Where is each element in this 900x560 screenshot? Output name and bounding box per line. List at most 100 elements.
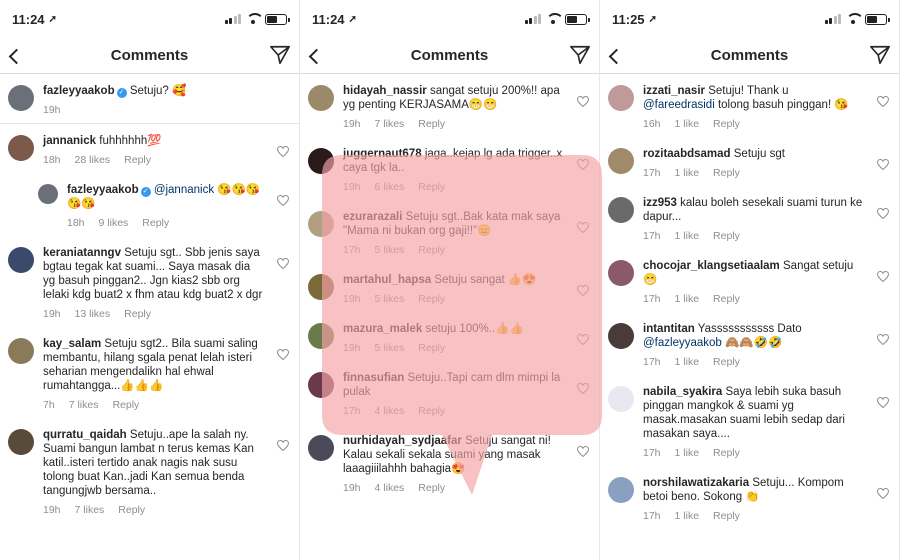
reply-button[interactable]: Reply xyxy=(418,292,445,306)
username-link[interactable]: intantitan xyxy=(643,323,695,335)
likes-count[interactable]: 1 like xyxy=(675,229,700,243)
avatar[interactable] xyxy=(608,386,634,412)
likes-count[interactable]: 5 likes xyxy=(375,292,405,306)
reply-button[interactable]: Reply xyxy=(142,216,169,230)
like-heart-icon[interactable] xyxy=(577,383,589,394)
like-heart-icon[interactable] xyxy=(877,96,889,107)
username-link[interactable]: fazleyyaakob xyxy=(43,85,115,97)
avatar[interactable] xyxy=(8,135,34,161)
username-link[interactable]: hidayah_nassir xyxy=(343,85,427,97)
likes-count[interactable]: 7 likes xyxy=(69,398,99,412)
reply-button[interactable]: Reply xyxy=(418,117,445,131)
username-link[interactable]: fazleyyaakob xyxy=(67,184,139,196)
likes-count[interactable]: 7 likes xyxy=(75,503,105,517)
avatar[interactable] xyxy=(608,323,634,349)
reply-button[interactable]: Reply xyxy=(713,166,740,180)
reply-button[interactable]: Reply xyxy=(713,229,740,243)
likes-count[interactable]: 1 like xyxy=(675,117,700,131)
avatar[interactable] xyxy=(8,429,34,455)
reply-button[interactable]: Reply xyxy=(118,503,145,517)
like-heart-icon[interactable] xyxy=(877,208,889,219)
username-link[interactable]: juggernaut678 xyxy=(343,148,422,160)
username-link[interactable]: mazura_malek xyxy=(343,323,422,335)
back-arrow-icon[interactable] xyxy=(606,46,626,66)
reply-button[interactable]: Reply xyxy=(418,341,445,355)
like-heart-icon[interactable] xyxy=(577,96,589,107)
avatar[interactable] xyxy=(38,184,58,204)
like-heart-icon[interactable] xyxy=(277,195,289,206)
send-icon[interactable] xyxy=(269,44,291,66)
like-heart-icon[interactable] xyxy=(577,285,589,296)
like-heart-icon[interactable] xyxy=(577,446,589,457)
username-link[interactable]: kay_salam xyxy=(43,338,101,350)
username-link[interactable]: izz953 xyxy=(643,197,677,209)
send-icon[interactable] xyxy=(569,44,591,66)
avatar[interactable] xyxy=(308,85,334,111)
back-arrow-icon[interactable] xyxy=(306,46,326,66)
avatar[interactable] xyxy=(8,85,34,111)
likes-count[interactable]: 28 likes xyxy=(75,153,111,167)
mention-link[interactable]: @fazleyyaakob xyxy=(643,337,722,349)
like-heart-icon[interactable] xyxy=(277,440,289,451)
like-heart-icon[interactable] xyxy=(577,222,589,233)
reply-button[interactable]: Reply xyxy=(112,398,139,412)
likes-count[interactable]: 1 like xyxy=(675,509,700,523)
reply-button[interactable]: Reply xyxy=(418,243,445,257)
avatar[interactable] xyxy=(608,477,634,503)
reply-button[interactable]: Reply xyxy=(418,180,445,194)
avatar[interactable] xyxy=(608,260,634,286)
reply-button[interactable]: Reply xyxy=(418,404,445,418)
likes-count[interactable]: 5 likes xyxy=(375,243,405,257)
like-heart-icon[interactable] xyxy=(877,159,889,170)
avatar[interactable] xyxy=(308,274,334,300)
avatar[interactable] xyxy=(8,338,34,364)
likes-count[interactable]: 1 like xyxy=(675,355,700,369)
username-link[interactable]: finnasufian xyxy=(343,372,404,384)
like-heart-icon[interactable] xyxy=(577,159,589,170)
username-link[interactable]: norshilawatizakaria xyxy=(643,477,749,489)
username-link[interactable]: keraniatanngv xyxy=(43,247,121,259)
like-heart-icon[interactable] xyxy=(277,258,289,269)
likes-count[interactable]: 5 likes xyxy=(375,341,405,355)
username-link[interactable]: chocojar_klangsetiaalam xyxy=(643,260,780,272)
avatar[interactable] xyxy=(308,323,334,349)
like-heart-icon[interactable] xyxy=(277,349,289,360)
reply-button[interactable]: Reply xyxy=(124,307,151,321)
likes-count[interactable]: 9 likes xyxy=(99,216,129,230)
avatar[interactable] xyxy=(308,435,334,461)
like-heart-icon[interactable] xyxy=(577,334,589,345)
mention-link[interactable]: @jannanick xyxy=(154,184,214,196)
avatar[interactable] xyxy=(308,148,334,174)
likes-count[interactable]: 4 likes xyxy=(375,481,405,495)
likes-count[interactable]: 4 likes xyxy=(375,404,405,418)
avatar[interactable] xyxy=(8,247,34,273)
avatar[interactable] xyxy=(308,211,334,237)
like-heart-icon[interactable] xyxy=(877,271,889,282)
likes-count[interactable]: 13 likes xyxy=(75,307,111,321)
username-link[interactable]: jannanick xyxy=(43,135,96,147)
likes-count[interactable]: 7 likes xyxy=(375,117,405,131)
likes-count[interactable]: 1 like xyxy=(675,446,700,460)
back-arrow-icon[interactable] xyxy=(6,46,26,66)
reply-button[interactable]: Reply xyxy=(713,355,740,369)
username-link[interactable]: izzati_nasir xyxy=(643,85,705,97)
mention-link[interactable]: @fareedrasidi xyxy=(643,99,715,111)
username-link[interactable]: martahul_hapsa xyxy=(343,274,431,286)
avatar[interactable] xyxy=(608,85,634,111)
username-link[interactable]: nurhidayah_sydjaafar xyxy=(343,435,462,447)
username-link[interactable]: rozitaabdsamad xyxy=(643,148,731,160)
like-heart-icon[interactable] xyxy=(877,397,889,408)
reply-button[interactable]: Reply xyxy=(713,292,740,306)
send-icon[interactable] xyxy=(869,44,891,66)
like-heart-icon[interactable] xyxy=(277,146,289,157)
like-heart-icon[interactable] xyxy=(877,488,889,499)
reply-button[interactable]: Reply xyxy=(124,153,151,167)
username-link[interactable]: ezurarazali xyxy=(343,211,402,223)
username-link[interactable]: nabila_syakira xyxy=(643,386,722,398)
reply-button[interactable]: Reply xyxy=(713,446,740,460)
likes-count[interactable]: 1 like xyxy=(675,166,700,180)
reply-button[interactable]: Reply xyxy=(713,117,740,131)
reply-button[interactable]: Reply xyxy=(713,509,740,523)
reply-button[interactable]: Reply xyxy=(418,481,445,495)
avatar[interactable] xyxy=(608,197,634,223)
